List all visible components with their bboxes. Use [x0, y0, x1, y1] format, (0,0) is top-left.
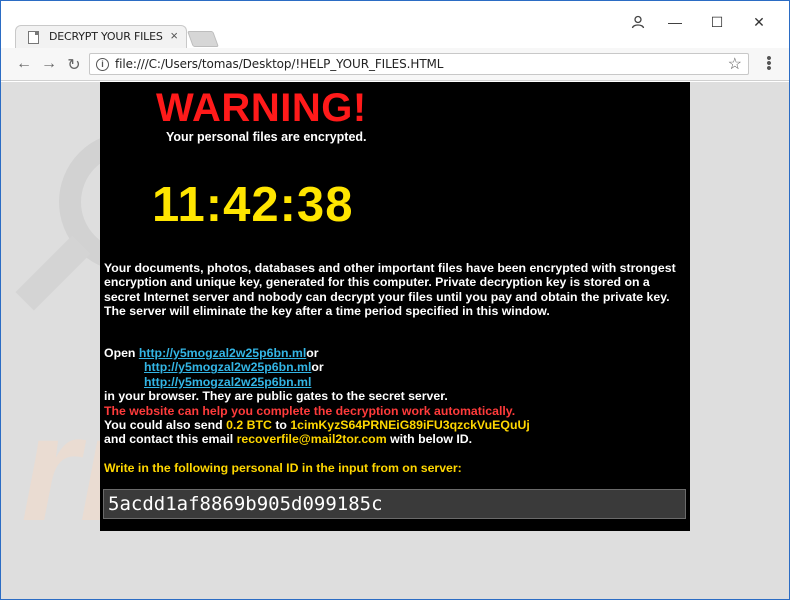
- browser-line: in your browser. They are public gates t…: [104, 389, 448, 404]
- watermark-magnifier-handle: [15, 235, 91, 311]
- url-text[interactable]: file:///C:/Users/tomas/Desktop/!HELP_YOU…: [115, 57, 443, 71]
- title-bar: DECRYPT YOUR FILES × — ☐ ✕: [1, 1, 789, 48]
- address-bar[interactable]: i file:///C:/Users/tomas/Desktop/!HELP_Y…: [89, 53, 749, 75]
- link-row: Open http://y5mogzal2w25p6bn.mlor: [104, 346, 686, 360]
- contact-prefix: and contact this email: [104, 432, 234, 447]
- link-or: or: [311, 360, 324, 375]
- gateway-link[interactable]: http://y5mogzal2w25p6bn.ml: [144, 375, 311, 389]
- star-icon[interactable]: ☆: [728, 54, 742, 74]
- send-to: to: [275, 418, 287, 433]
- countdown-timer: 11:42:38: [152, 178, 354, 232]
- close-icon[interactable]: ✕: [749, 14, 769, 31]
- gateway-link[interactable]: http://y5mogzal2w25p6bn.ml: [144, 360, 311, 374]
- browser-tab[interactable]: DECRYPT YOUR FILES ×: [15, 25, 187, 48]
- ransom-paragraph: Your documents, photos, databases and ot…: [104, 261, 676, 319]
- send-line: You could also send 0.2 BTC to 1cimKyzS6…: [104, 418, 686, 432]
- tab-title: DECRYPT YOUR FILES: [49, 30, 163, 43]
- forward-arrow-icon[interactable]: →: [40, 55, 58, 73]
- page-viewport: PC risk.com WARNING! Your personal files…: [1, 82, 789, 599]
- reload-icon[interactable]: ↻: [65, 55, 83, 75]
- ransom-note-panel: WARNING! Your personal files are encrypt…: [100, 82, 690, 531]
- link-or: or: [306, 346, 319, 360]
- menu-dots-icon[interactable]: • • •: [763, 51, 775, 76]
- back-arrow-icon[interactable]: ←: [15, 55, 33, 73]
- contact-email: recoverfile@mail2tor.com: [236, 432, 387, 447]
- id-prompt: Write in the following personal ID in th…: [104, 461, 462, 475]
- info-icon[interactable]: i: [96, 58, 109, 71]
- personal-id-field[interactable]: 5acdd1af8869b905d099185c: [103, 489, 686, 519]
- maximize-icon[interactable]: ☐: [707, 14, 727, 31]
- instructions-block: Open http://y5mogzal2w25p6bn.mlor http:/…: [104, 346, 686, 447]
- open-prefix: Open: [104, 346, 136, 360]
- minimize-icon[interactable]: —: [665, 14, 685, 30]
- profile-icon[interactable]: [631, 15, 645, 29]
- contact-line: and contact this email recoverfile@mail2…: [104, 432, 686, 446]
- new-tab-button[interactable]: [187, 31, 219, 47]
- gateway-link[interactable]: http://y5mogzal2w25p6bn.ml: [139, 346, 306, 360]
- browser-window: DECRYPT YOUR FILES × — ☐ ✕ ← → ↻ i file:…: [0, 0, 790, 600]
- link-row: http://y5mogzal2w25p6bn.ml: [104, 375, 686, 389]
- page-icon: [28, 31, 39, 44]
- browser-toolbar: ← → ↻ i file:///C:/Users/tomas/Desktop/!…: [1, 48, 789, 81]
- contact-suffix: with below ID.: [390, 432, 473, 447]
- ransom-amount: 0.2 BTC: [226, 418, 272, 433]
- close-tab-icon[interactable]: ×: [170, 28, 178, 43]
- send-prefix: You could also send: [104, 418, 223, 433]
- help-line: The website can help you complete the de…: [104, 403, 516, 418]
- encrypted-subtitle: Your personal files are encrypted.: [166, 130, 367, 144]
- bitcoin-address: 1cimKyzS64PRNEiG89iFU3qzckVuEQuUj: [290, 418, 530, 433]
- warning-heading: WARNING!: [156, 86, 367, 130]
- link-row: http://y5mogzal2w25p6bn.mlor: [104, 360, 686, 374]
